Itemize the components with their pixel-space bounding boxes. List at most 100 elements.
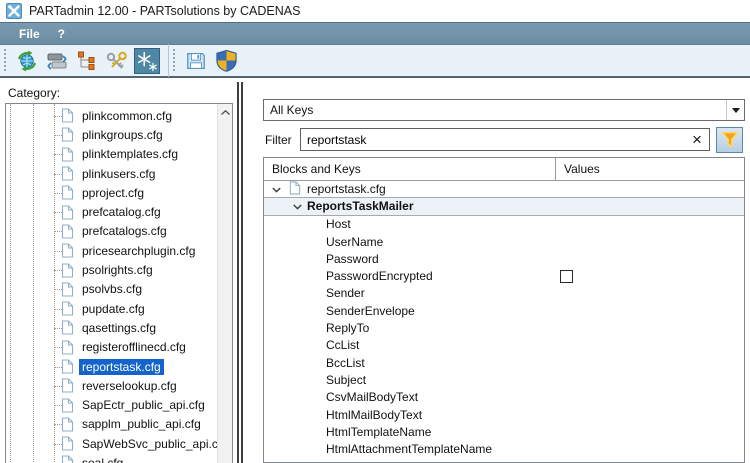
tree-item[interactable]: pricesearchplugin.cfg [6,241,217,260]
tree-item-label: plinkusers.cfg [79,166,158,182]
tree-item[interactable]: plinktemplates.cfg [6,145,217,164]
apply-filter-button[interactable] [716,127,743,153]
row-label: reportstask.cfg [307,182,386,196]
tree-item[interactable]: reportstask.cfg [6,357,217,376]
file-icon [61,398,74,413]
tree-connector [54,135,62,136]
tree-item[interactable]: psolrights.cfg [6,260,217,279]
keys-icon [105,50,129,72]
menu-help[interactable]: ? [49,24,74,44]
tree-connector [54,405,62,406]
file-icon [61,378,74,393]
tree-item[interactable]: SapEctr_public_api.cfg [6,395,217,414]
toolbar-grip[interactable] [3,49,7,73]
table-row[interactable]: Password [264,250,744,267]
table-row[interactable]: HtmlTemplateName [264,423,744,440]
tree-item-label: SapWebSvc_public_api.cfg [79,436,231,452]
file-icon [61,224,74,239]
column-header-blocks-and-keys[interactable]: Blocks and Keys [264,158,556,180]
tree-item-label: pricesearchplugin.cfg [79,243,198,259]
row-label: SenderEnvelope [326,304,415,318]
tree-item[interactable]: registerofflinecd.cfg [6,338,217,357]
file-icon [61,455,74,463]
row-label: Host [326,217,351,231]
expand-chevron-icon[interactable] [293,204,302,210]
table-row[interactable]: Subject [264,371,744,388]
title-bar: PARTadmin 12.00 - PARTsolutions by CADEN… [0,0,750,22]
tree-item[interactable]: plinkgroups.cfg [6,125,217,144]
tree-item[interactable]: plinkcommon.cfg [6,106,217,125]
tree-item[interactable]: pproject.cfg [6,183,217,202]
value-checkbox[interactable] [560,270,573,283]
expand-chevron-icon[interactable] [272,187,281,193]
table-row[interactable]: SenderEnvelope [264,302,744,319]
tree-item[interactable]: pupdate.cfg [6,299,217,318]
tree-connector [54,367,62,368]
table-row[interactable]: HtmlAttachmentTemplateName [264,440,744,457]
row-label: CcList [326,338,359,352]
tree-item-label: prefcatalog.cfg [79,204,164,220]
hierarchy-icon [77,51,97,71]
dropdown-button[interactable] [726,100,744,120]
keys-button[interactable] [104,48,130,74]
table-row[interactable]: Host [264,216,744,233]
refresh-button[interactable] [14,48,40,74]
file-icon [61,127,74,142]
transfer-icon [46,50,68,72]
panel-splitter[interactable] [237,82,243,463]
filter-input[interactable] [301,133,685,147]
tree-connector [54,154,62,155]
tree-item[interactable]: qasettings.cfg [6,318,217,337]
table-row[interactable]: UserName [264,233,744,250]
tree-connector [54,289,62,290]
menu-file[interactable]: File [10,24,49,44]
table-row[interactable]: reportstask.cfg [264,181,744,198]
table-row[interactable]: PasswordEncrypted [264,267,744,284]
file-icon [61,417,74,432]
row-label: HtmlAttachmentTemplateName [326,442,492,456]
row-label: HtmlMailBodyText [326,408,422,422]
table-row[interactable]: CcList [264,337,744,354]
tree-item[interactable]: plinkusers.cfg [6,164,217,183]
tree-connector [54,424,62,425]
tree-item-label: reverselookup.cfg [79,378,180,394]
row-label: ReplyTo [326,321,369,335]
category-tree: plinkcommon.cfg plinkgroups.cfg plinktem… [5,103,233,463]
admin-shield-button[interactable] [213,48,239,74]
tree-item-label: registerofflinecd.cfg [79,339,189,355]
tree-item[interactable]: psolvbs.cfg [6,280,217,299]
table-row[interactable]: HtmlMailBodyText [264,406,744,423]
table-row[interactable]: Sender [264,285,744,302]
tree-item[interactable]: seal.cfg [6,453,217,463]
tree-item[interactable]: SapWebSvc_public_api.cfg [6,434,217,453]
keys-table: Blocks and Keys Values reportstask.cfg R… [263,157,745,463]
tree-item[interactable]: reverselookup.cfg [6,376,217,395]
table-row[interactable]: ReplyTo [264,319,744,336]
hierarchy-button[interactable] [74,48,100,74]
tree-scrollbar[interactable] [217,104,232,463]
freeze-button[interactable] [134,48,160,74]
tree-item-label: pproject.cfg [79,185,147,201]
file-icon [61,205,74,220]
file-icon [61,185,74,200]
row-label: UserName [326,235,383,249]
tree-item-label: sapplm_public_api.cfg [79,416,204,432]
transfer-button[interactable] [44,48,70,74]
tree-item[interactable]: prefcatalogs.cfg [6,222,217,241]
tree-connector [54,270,62,271]
file-icon [61,436,74,451]
keys-scope-dropdown[interactable]: All Keys [263,99,745,121]
scroll-up-icon[interactable] [218,104,232,121]
toolbar-grip-2[interactable] [172,49,176,73]
tree-item-label: qasettings.cfg [79,320,159,336]
table-row[interactable]: BccList [264,354,744,371]
row-label: Sender [326,286,365,300]
save-button[interactable] [183,48,209,74]
tree-item[interactable]: sapplm_public_api.cfg [6,415,217,434]
column-header-values[interactable]: Values [556,158,744,180]
tree-item[interactable]: prefcatalog.cfg [6,202,217,221]
table-row[interactable]: CsvMailBodyText [264,389,744,406]
table-row[interactable]: ReportsTaskMailer [264,198,744,215]
file-icon [61,320,74,335]
clear-x-icon[interactable]: × [685,131,709,148]
